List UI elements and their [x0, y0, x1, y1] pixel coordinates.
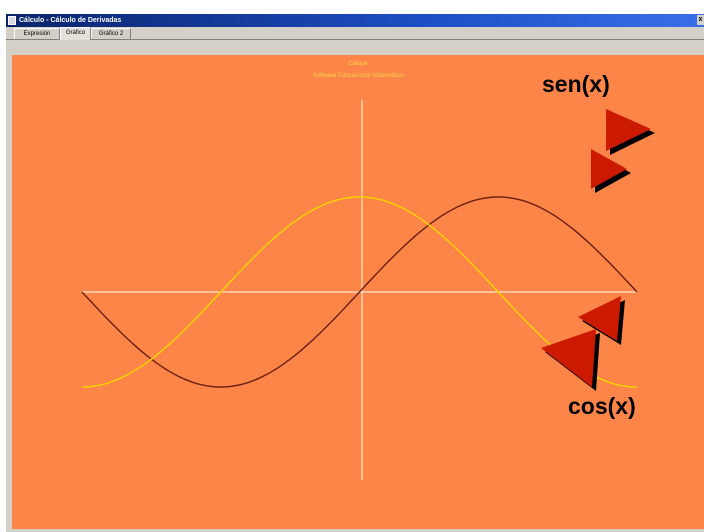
tab-grafico[interactable]: Gráfico	[60, 27, 91, 40]
callout-arrows	[541, 109, 655, 391]
sen-label: sen(x)	[542, 71, 610, 97]
tab-expresion[interactable]: Expresión	[14, 28, 60, 39]
function-plot	[81, 100, 655, 480]
app-icon	[8, 16, 16, 25]
axes	[82, 100, 637, 480]
cos-arrow-2	[541, 329, 596, 387]
window-title: Cálculo - Cálculo de Derivadas	[19, 17, 122, 24]
title-bar[interactable]: Cálculo - Cálculo de Derivadas x	[6, 14, 704, 27]
close-button[interactable]: x	[697, 15, 704, 25]
cos-label: cos(x)	[568, 393, 636, 419]
tab-strip: Expresión Gráfico Gráfico 2	[6, 27, 704, 40]
tab-grafico-2[interactable]: Gráfico 2	[91, 28, 131, 39]
plot-canvas: Calque Software Educacional Matemática s…	[12, 55, 704, 529]
